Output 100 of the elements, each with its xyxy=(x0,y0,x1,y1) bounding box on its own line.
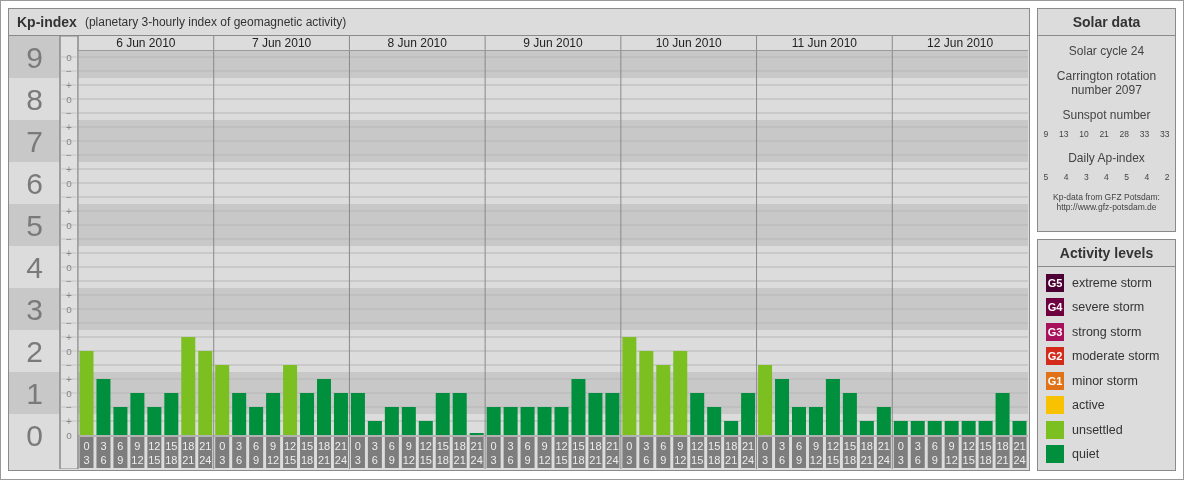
hour-range-label: 15 18 xyxy=(978,437,993,468)
sunspot-value: 28 xyxy=(1119,129,1130,139)
level-swatch: G3 xyxy=(1046,322,1064,341)
hour-range-label: 21 24 xyxy=(198,437,213,468)
minor-tick-label: + xyxy=(66,121,72,133)
hour-range-label: 15 18 xyxy=(571,437,586,468)
minor-tick-label: + xyxy=(66,79,72,91)
hour-range-label: 21 24 xyxy=(333,437,348,468)
kp-axis-label: 3 xyxy=(26,292,43,326)
minor-tick-label: − xyxy=(66,149,72,161)
hour-range-label: 6 9 xyxy=(384,437,399,468)
date-label: 10 Jun 2010 xyxy=(655,36,722,50)
hour-range-label: 6 9 xyxy=(656,437,671,468)
hour-range-label: 9 12 xyxy=(130,437,145,468)
minor-tick-label: − xyxy=(66,191,72,203)
hour-range-label: 12 15 xyxy=(825,437,840,468)
kp-axis-label: 2 xyxy=(26,334,43,368)
minor-tick-label: o xyxy=(66,219,72,231)
hour-range-label: 9 12 xyxy=(673,437,688,468)
axis-band xyxy=(9,120,60,162)
kp-axis-label: 5 xyxy=(26,208,43,242)
hour-range-label: 21 24 xyxy=(469,437,484,468)
source-text: Kp-data from GFZ Potsdam: xyxy=(1053,192,1160,202)
minor-tick-label: o xyxy=(66,51,72,63)
hour-range-label: 0 3 xyxy=(215,437,230,468)
axis-band xyxy=(9,36,60,78)
minor-tick-label: − xyxy=(66,65,72,77)
sunspot-value: 33 xyxy=(1139,129,1150,139)
hour-range-label: 12 15 xyxy=(554,437,569,468)
hour-range-label: 3 6 xyxy=(232,437,247,468)
section-heading: Sunspot number xyxy=(1062,108,1151,122)
date-label: 7 Jun 2010 xyxy=(251,36,312,50)
date-label: 8 Jun 2010 xyxy=(387,36,447,50)
axis-band xyxy=(9,204,60,246)
hour-range-label: 0 3 xyxy=(893,437,908,468)
solar-cycle-text: Solar cycle 24 xyxy=(1068,44,1145,58)
level-label: strong storm xyxy=(1072,324,1142,339)
level-label: quiet xyxy=(1072,447,1100,461)
level-swatch: G5 xyxy=(1046,273,1064,292)
minor-tick-label: − xyxy=(66,359,72,371)
minor-tick-label: + xyxy=(66,289,72,301)
hour-range-label: 21 24 xyxy=(876,437,891,468)
hour-range-label: 12 15 xyxy=(147,437,162,468)
minor-tick-label: − xyxy=(66,107,72,119)
hour-range-label: 3 6 xyxy=(503,437,518,468)
minor-tick-label: + xyxy=(66,247,72,259)
minor-tick-label: o xyxy=(66,429,72,441)
hour-range-label: 6 9 xyxy=(249,437,264,468)
date-label: 9 Jun 2010 xyxy=(523,36,583,50)
axis-band xyxy=(9,288,60,330)
ap-value: 2 xyxy=(1164,172,1170,182)
minor-tick-label: + xyxy=(66,205,72,217)
hour-range-label: 3 6 xyxy=(367,437,382,468)
hour-range-label: 12 15 xyxy=(690,437,705,468)
hour-range-label: 9 12 xyxy=(537,437,552,468)
hour-range-label: 3 6 xyxy=(910,437,925,468)
date-label: 12 Jun 2010 xyxy=(927,36,994,50)
minor-tick-label: o xyxy=(66,177,72,189)
sunspot-value: 9 xyxy=(1043,129,1049,139)
level-swatch: G1 xyxy=(1046,371,1064,390)
kp-axis-label: 4 xyxy=(26,250,43,284)
ap-value: 4 xyxy=(1063,172,1069,182)
ap-value: 5 xyxy=(1043,172,1049,182)
hour-range-label: 15 18 xyxy=(842,437,857,468)
minor-tick-label: o xyxy=(66,261,72,273)
hour-range-label: 15 18 xyxy=(300,437,315,468)
hour-range-label: 15 18 xyxy=(707,437,722,468)
hour-range-label: 9 12 xyxy=(808,437,823,468)
ap-value: 4 xyxy=(1104,172,1109,182)
hour-range-label: 6 9 xyxy=(927,437,942,468)
level-label: moderate storm xyxy=(1072,349,1160,363)
hour-range-label: 21 24 xyxy=(1012,437,1027,468)
minor-tick-label: o xyxy=(66,303,72,315)
kp-axis-label: 8 xyxy=(26,82,43,116)
hour-range-label: 0 3 xyxy=(350,437,365,468)
ap-value: 4 xyxy=(1144,172,1150,182)
hour-range-label: 18 21 xyxy=(995,437,1010,468)
chart-title: Kp-index xyxy=(17,14,77,30)
date-label: 11 Jun 2010 xyxy=(791,36,857,50)
hour-range-label: 12 15 xyxy=(418,437,433,468)
hour-range-label: 3 6 xyxy=(639,437,654,468)
kp-axis-label: 6 xyxy=(26,166,43,200)
ap-value: 3 xyxy=(1083,172,1089,182)
kp-axis-label: 7 xyxy=(26,124,43,158)
sunspot-value: 21 xyxy=(1099,129,1109,139)
kp-axis-label: 1 xyxy=(26,376,43,410)
panel-title: Activity levels xyxy=(1038,240,1175,267)
minor-tick-label: o xyxy=(66,135,72,147)
minor-tick-label: + xyxy=(66,163,72,175)
hour-range-label: 3 6 xyxy=(775,437,790,468)
minor-tick-label: + xyxy=(66,415,72,427)
section-heading: Daily Ap-index xyxy=(1068,151,1145,165)
level-label: active xyxy=(1072,398,1105,412)
minor-tick-label: o xyxy=(66,93,72,105)
date-label: 6 Jun 2010 xyxy=(116,36,176,50)
minor-tick-label: o xyxy=(66,345,72,357)
minor-tick-label: − xyxy=(66,275,72,287)
level-label: severe storm xyxy=(1072,300,1145,314)
hour-range-label: 18 21 xyxy=(452,437,467,468)
panel-title: Solar data xyxy=(1038,9,1175,36)
